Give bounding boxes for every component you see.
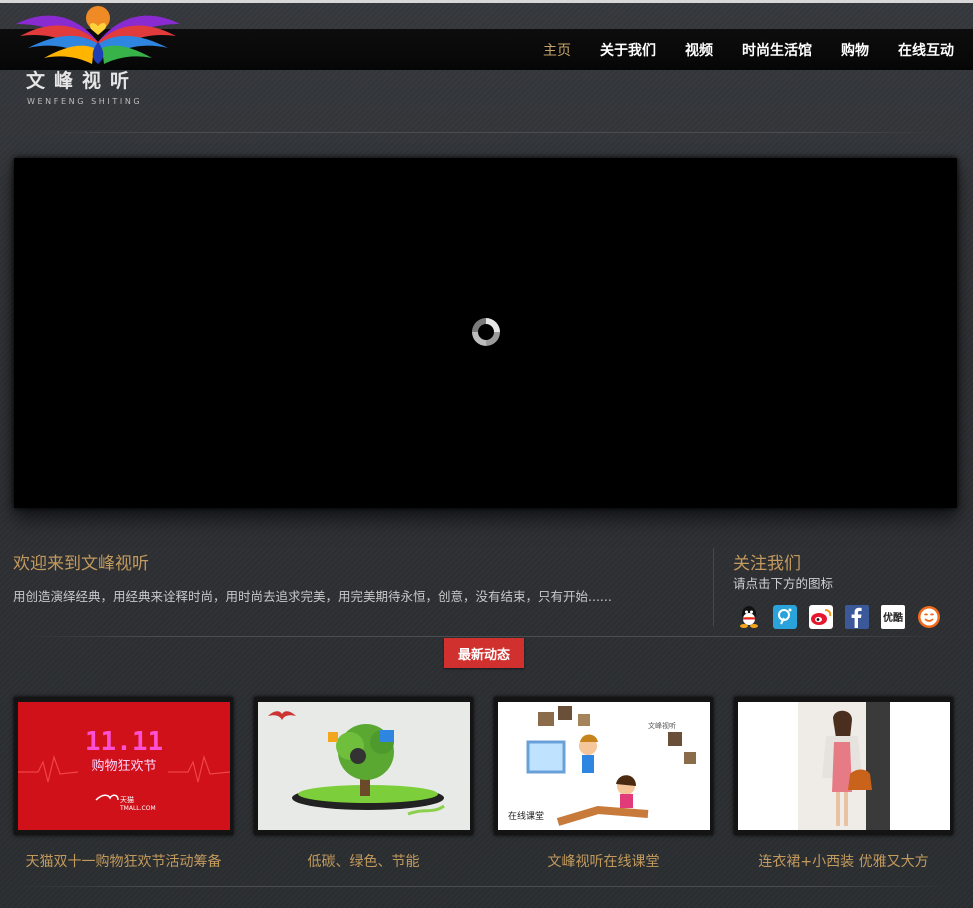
news-card[interactable] (734, 697, 953, 835)
news-card-title[interactable]: 连衣裙+小西装 优雅又大方 (724, 851, 963, 871)
tencent-weibo-icon[interactable] (772, 604, 798, 630)
card-image-text: TMALL.COM (119, 805, 156, 812)
card-image-text: 天猫 (120, 795, 134, 804)
news-card[interactable] (254, 697, 473, 835)
card-image-text: 11.11 (85, 727, 163, 757)
news-card[interactable]: 11.11 购物狂欢节 天猫 TMALL.COM (14, 697, 233, 835)
nav-item-fashion[interactable]: 时尚生活馆 (742, 40, 812, 60)
card-image-classroom: 文峰视听 在线课堂 (498, 702, 710, 830)
card-image-green (258, 702, 470, 830)
divider (20, 886, 950, 887)
sina-weibo-icon[interactable] (808, 604, 834, 630)
youku-icon[interactable]: 优酷 (880, 604, 906, 630)
follow-title: 关注我们 (733, 554, 801, 574)
news-card[interactable]: 文峰视听 在线课堂 (494, 697, 713, 835)
welcome-title: 欢迎来到文峰视听 (13, 554, 149, 574)
main-nav: 主页 关于我们 视频 时尚生活馆 购物 在线互动 (514, 29, 954, 70)
logo[interactable] (14, 2, 184, 110)
qq-icon[interactable] (736, 604, 762, 630)
social-icons: 优酷 (736, 604, 952, 630)
welcome-text: 用创造演绎经典，用经典来诠释时尚，用时尚去追求完美，用完美期待永恒，创意，没有结… (13, 589, 612, 604)
divider (40, 132, 940, 133)
nav-item-interaction[interactable]: 在线互动 (898, 40, 954, 60)
nav-item-shopping[interactable]: 购物 (841, 40, 869, 60)
brand-name-en: WENFENG SHITING (27, 97, 143, 106)
news-card-title[interactable]: 天猫双十一购物狂欢节活动筹备 (4, 851, 243, 871)
latest-news-button[interactable]: 最新动态 (444, 638, 524, 668)
page: 文峰视听 WENFENG SHITING 主页 关于我们 视频 时尚生活馆 购物… (0, 0, 973, 908)
nav-item-home[interactable]: 主页 (543, 40, 571, 60)
nav-item-video[interactable]: 视频 (685, 40, 713, 60)
card-image-text: 在线课堂 (508, 810, 544, 822)
youku-text: 优酷 (883, 611, 903, 624)
facebook-icon[interactable] (844, 604, 870, 630)
svg-text:文峰视听: 文峰视听 (648, 721, 676, 730)
smiley-icon[interactable] (916, 604, 942, 630)
divider (20, 636, 950, 637)
nav-item-about[interactable]: 关于我们 (600, 40, 656, 60)
logo-wings-icon (16, 6, 180, 64)
card-image-double11: 11.11 购物狂欢节 天猫 TMALL.COM (18, 702, 230, 830)
vertical-divider (713, 548, 714, 626)
news-card-title[interactable]: 低碳、绿色、节能 (244, 851, 483, 871)
card-image-text: 购物狂欢节 (91, 758, 156, 774)
brand-name: 文峰视听 (26, 70, 139, 92)
card-image-fashion (738, 702, 950, 830)
loading-spinner-icon (472, 318, 500, 346)
news-card-title[interactable]: 文峰视听在线课堂 (484, 851, 723, 871)
follow-subtitle: 请点击下方的图标 (733, 576, 834, 591)
